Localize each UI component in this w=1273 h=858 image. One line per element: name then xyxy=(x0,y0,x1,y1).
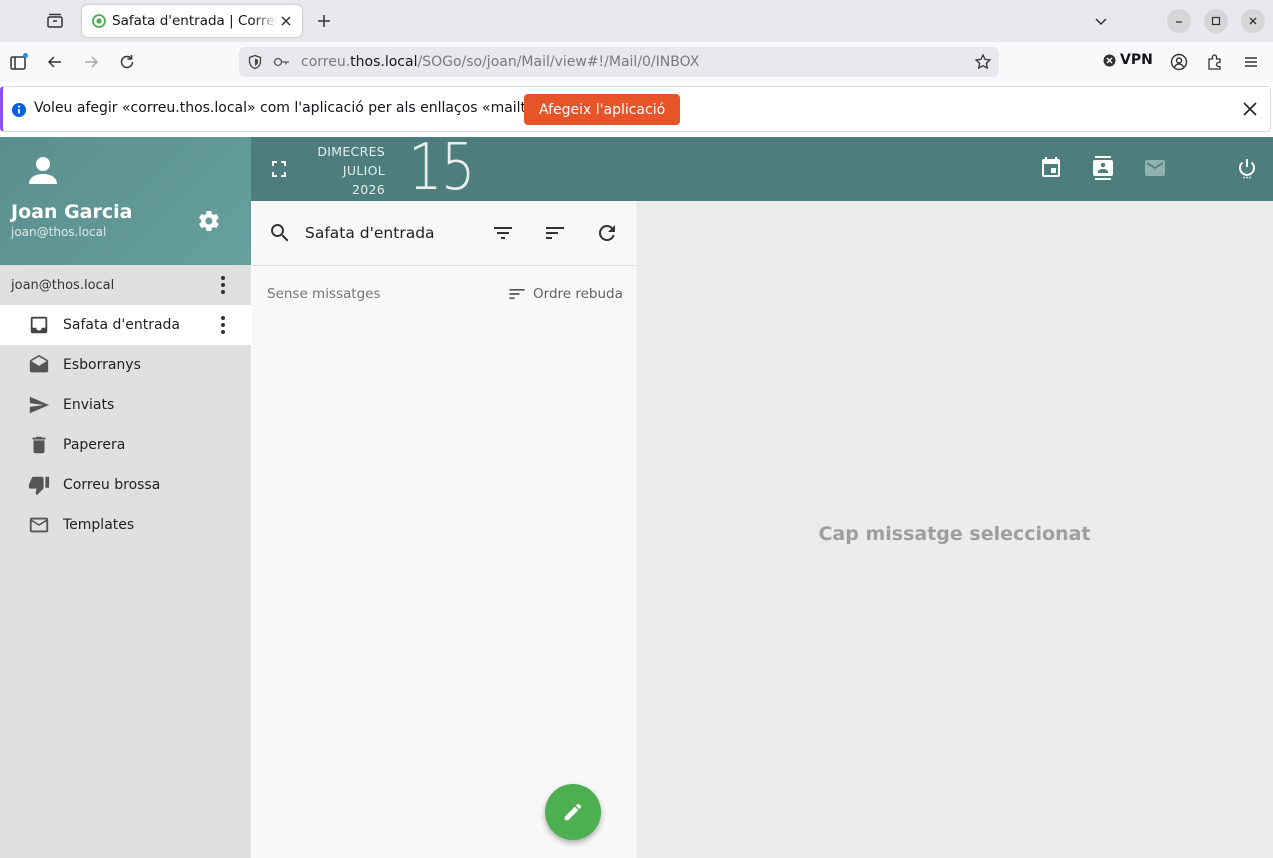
calendar-icon[interactable] xyxy=(1039,156,1063,180)
back-icon[interactable] xyxy=(45,52,65,72)
trash-icon xyxy=(32,436,46,454)
folder-label: Esborranys xyxy=(63,357,141,373)
extensions-icon[interactable] xyxy=(1205,52,1225,72)
pencil-icon xyxy=(564,803,582,821)
account-icon[interactable] xyxy=(1169,52,1189,72)
browser-nav-bar: correu.thos.local/SOGo/so/joan/Mail/view… xyxy=(0,42,1273,82)
tab-title: Safata d'entrada | Correu xyxy=(112,13,278,29)
vpn-label: VPN xyxy=(1120,52,1153,68)
user-header: Joan Garcia joan@thos.local xyxy=(0,137,251,265)
no-message-selected-text: Cap missatge seleccionat xyxy=(818,523,1091,545)
vpn-button[interactable]: VPN xyxy=(1103,52,1153,68)
folder-item-inbox[interactable]: Safata d'entrada xyxy=(0,305,251,345)
tab-overflow-icon[interactable] xyxy=(1089,9,1113,33)
notification-text: Voleu afegir «correu.thos.local» com l'a… xyxy=(34,100,551,116)
sort-order-button[interactable]: Ordre rebuda xyxy=(507,284,623,304)
message-list-toolbar: Safata d'entrada xyxy=(252,201,635,266)
minimize-icon[interactable] xyxy=(1167,9,1191,33)
mailto-notification-bar: Voleu afegir «correu.thos.local» com l'a… xyxy=(0,86,1271,132)
user-name: Joan Garcia xyxy=(11,201,133,223)
date-year: 2026 xyxy=(351,182,385,197)
thumb-down-icon xyxy=(28,476,50,496)
folder-item-sent[interactable]: Enviats xyxy=(0,385,251,425)
browser-tab[interactable]: Safata d'entrada | Correu xyxy=(82,5,302,37)
url-text: correu.thos.local/SOGo/so/joan/Mail/view… xyxy=(301,54,700,70)
compose-button[interactable] xyxy=(545,784,601,840)
info-icon xyxy=(12,103,26,117)
folder-label: Enviats xyxy=(63,397,115,413)
sort-order-icon xyxy=(509,289,525,299)
mail-icon[interactable] xyxy=(1143,156,1167,180)
sidebar-toggle-icon[interactable] xyxy=(9,52,29,72)
message-list-pane: Safata d'entrada Sense missatges Ordre r… xyxy=(252,201,635,858)
empty-list-text: Sense missatges xyxy=(267,286,381,302)
refresh-icon[interactable] xyxy=(595,221,619,245)
sidebar: Joan Garcia joan@thos.local joan@thos.lo… xyxy=(0,137,251,858)
account-row[interactable]: joan@thos.local xyxy=(0,265,251,305)
add-application-button[interactable]: Afegeix l'aplicació xyxy=(524,94,681,125)
search-icon[interactable] xyxy=(268,221,292,245)
folder-label: Correu brossa xyxy=(63,477,161,493)
shield-icon[interactable] xyxy=(247,54,263,70)
logout-power-icon[interactable] xyxy=(1235,156,1259,180)
folder-more-icon[interactable] xyxy=(211,313,235,337)
send-icon xyxy=(29,396,50,414)
reload-icon[interactable] xyxy=(117,52,137,72)
folder-item-templates[interactable]: Templates xyxy=(0,505,251,545)
message-viewer: Cap missatge seleccionat xyxy=(636,201,1273,858)
account-more-icon[interactable] xyxy=(211,273,235,297)
user-email: joan@thos.local xyxy=(11,225,107,239)
filter-icon[interactable] xyxy=(491,221,515,245)
mail-app: Joan Garcia joan@thos.local joan@thos.lo… xyxy=(0,131,1273,858)
vpn-off-icon xyxy=(1103,54,1116,66)
folder-label: Paperera xyxy=(63,437,126,453)
contacts-icon[interactable] xyxy=(1091,156,1115,180)
notification-close-icon[interactable] xyxy=(1242,101,1258,117)
menu-icon[interactable] xyxy=(1241,52,1261,72)
app-top-bar: DIMECRES JULIOL 2026 15 xyxy=(251,131,1273,205)
current-folder-title: Safata d'entrada xyxy=(305,224,435,242)
tab-list-icon[interactable] xyxy=(42,8,68,34)
favicon-icon xyxy=(92,14,106,28)
browser-tab-bar: Safata d'entrada | Correu xyxy=(0,0,1273,42)
date-weekday: DIMECRES xyxy=(317,144,385,159)
bookmark-star-icon[interactable] xyxy=(974,53,992,71)
folder-item-junk[interactable]: Correu brossa xyxy=(0,465,251,505)
date-month: JULIOL xyxy=(342,163,385,178)
url-bar[interactable]: correu.thos.local/SOGo/so/joan/Mail/view… xyxy=(239,47,999,77)
drafts-icon xyxy=(29,354,49,373)
folder-label: Templates xyxy=(63,517,135,533)
tab-close-icon[interactable] xyxy=(278,13,294,29)
settings-gear-icon[interactable] xyxy=(197,209,221,233)
date-day: 15 xyxy=(408,131,476,205)
inbox-icon xyxy=(30,316,48,334)
folder-item-trash[interactable]: Paperera xyxy=(0,425,251,465)
window-close-icon[interactable] xyxy=(1241,9,1265,33)
avatar-icon xyxy=(29,157,57,184)
folder-label: Safata d'entrada xyxy=(63,317,181,333)
forward-icon[interactable] xyxy=(81,52,101,72)
maximize-icon[interactable] xyxy=(1204,9,1228,33)
key-icon[interactable] xyxy=(273,55,291,69)
date-text: DIMECRES JULIOL 2026 xyxy=(291,142,385,199)
fullscreen-icon[interactable] xyxy=(269,157,289,181)
folder-item-drafts[interactable]: Esborranys xyxy=(0,345,251,385)
new-tab-icon[interactable] xyxy=(314,11,334,31)
sort-order-label: Ordre rebuda xyxy=(533,286,623,302)
sort-icon[interactable] xyxy=(543,221,567,245)
mail-outline-icon xyxy=(29,517,49,533)
account-label: joan@thos.local xyxy=(11,278,115,293)
